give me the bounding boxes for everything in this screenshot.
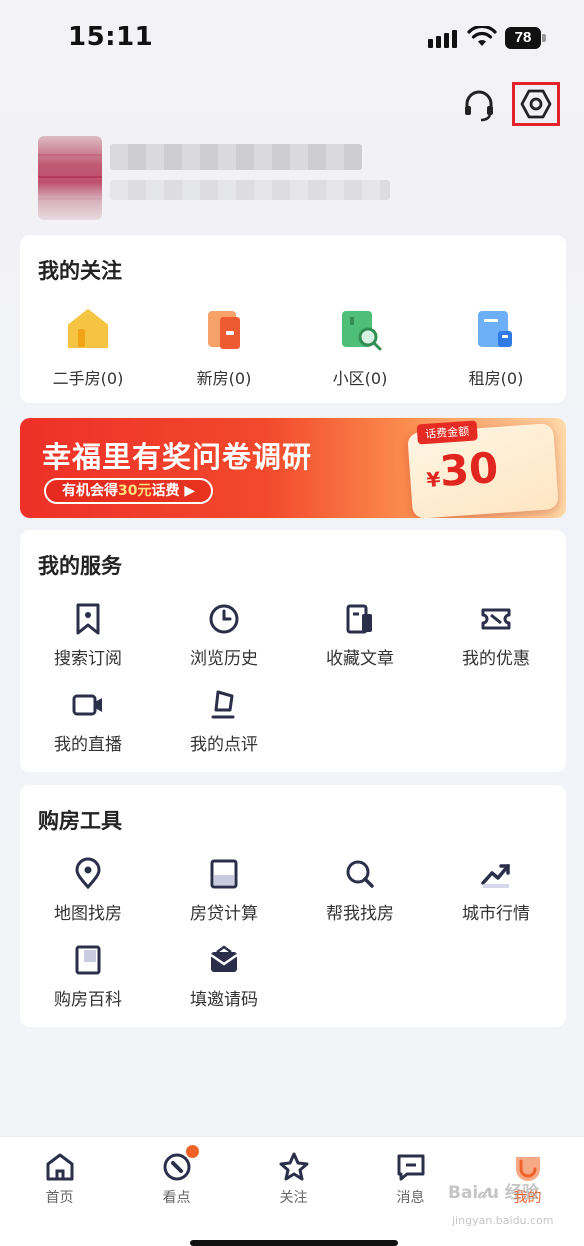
video-icon bbox=[71, 688, 105, 722]
tab-home[interactable]: 首页 bbox=[1, 1151, 118, 1207]
tab-home-label: 首页 bbox=[45, 1190, 74, 1206]
status-time: 15:11 bbox=[68, 22, 154, 52]
service-history-label: 浏览历史 bbox=[190, 649, 258, 669]
banner-cta-prefix: 有机会得 bbox=[62, 483, 118, 499]
battery-level: 78 bbox=[505, 27, 541, 49]
service-reviews-label: 我的点评 bbox=[190, 735, 258, 755]
battery-icon: 78 bbox=[505, 27, 547, 49]
tool-help-find-label: 帮我找房 bbox=[326, 904, 394, 924]
service-live-label: 我的直播 bbox=[54, 735, 122, 755]
bookmark-icon bbox=[71, 602, 105, 636]
username-blurred bbox=[110, 144, 362, 170]
book-icon bbox=[71, 943, 105, 977]
follow-second-hand[interactable]: 二手房(0) bbox=[20, 305, 156, 389]
banner-cta[interactable]: 有机会得30元话费 ▶ bbox=[44, 478, 214, 504]
notification-dot bbox=[185, 1145, 199, 1158]
wifi-icon bbox=[467, 26, 497, 46]
clock-icon bbox=[207, 602, 241, 636]
user-info-blurred bbox=[110, 180, 390, 200]
tool-city-market-label: 城市行情 bbox=[462, 904, 530, 924]
follow-title: 我的关注 bbox=[38, 259, 122, 283]
service-coupons-label: 我的优惠 bbox=[462, 649, 530, 669]
tool-invite-code[interactable]: 填邀请码 bbox=[156, 943, 292, 1010]
ticket-tag: 话费金额 bbox=[416, 420, 478, 445]
service-search-subscription-label: 搜索订阅 bbox=[54, 649, 122, 669]
service-search-subscription[interactable]: 搜索订阅 bbox=[20, 602, 156, 669]
service-history[interactable]: 浏览历史 bbox=[156, 602, 292, 669]
tab-highlights-label: 看点 bbox=[162, 1190, 191, 1206]
header-actions bbox=[460, 82, 570, 126]
follow-community[interactable]: 小区(0) bbox=[292, 305, 428, 389]
service-reviews[interactable]: 我的点评 bbox=[156, 688, 292, 755]
cellular-signal-icon bbox=[428, 30, 457, 48]
home-indicator bbox=[190, 1240, 398, 1246]
service-coupons[interactable]: 我的优惠 bbox=[428, 602, 564, 669]
service-saved-articles[interactable]: 收藏文章 bbox=[292, 602, 428, 669]
follow-rent[interactable]: 租房(0) bbox=[428, 305, 564, 389]
compass-icon bbox=[161, 1145, 199, 1183]
banner-cta-suffix: 话费 ▶ bbox=[151, 483, 196, 499]
tool-invite-code-label: 填邀请码 bbox=[190, 990, 258, 1010]
follow-card: 我的关注 二手房(0) 新房(0) 小区(0) 租房(0) bbox=[20, 235, 566, 403]
map-pin-icon bbox=[71, 857, 105, 891]
follow-new-house-label: 新房(0) bbox=[196, 369, 252, 388]
services-card: 我的服务 搜索订阅 浏览历史 收藏文章 我的优惠 我的直播 我的点评 bbox=[20, 530, 566, 772]
comment-icon bbox=[207, 688, 241, 722]
tab-highlights[interactable]: 看点 bbox=[118, 1145, 235, 1207]
follow-rent-label: 租房(0) bbox=[468, 369, 524, 388]
avatar[interactable] bbox=[38, 136, 102, 220]
tool-help-find[interactable]: 帮我找房 bbox=[292, 857, 428, 924]
star-icon bbox=[278, 1151, 310, 1183]
rent-house-icon bbox=[472, 305, 520, 353]
tab-follow[interactable]: 关注 bbox=[235, 1151, 352, 1207]
banner-ticket: 话费金额 ¥30 bbox=[407, 420, 559, 518]
survey-banner[interactable]: 幸福里有奖问卷调研 有机会得30元话费 ▶ 话费金额 ¥30 bbox=[20, 418, 566, 518]
tool-map-search-label: 地图找房 bbox=[54, 904, 122, 924]
tool-mortgage-calc[interactable]: 房贷计算 bbox=[156, 857, 292, 924]
ticket-icon bbox=[479, 602, 513, 636]
calculator-icon bbox=[207, 857, 241, 891]
tool-buying-wiki-label: 购房百科 bbox=[54, 990, 122, 1010]
services-title: 我的服务 bbox=[38, 554, 122, 578]
article-icon bbox=[343, 602, 377, 636]
status-bar: 15:11 78 bbox=[0, 0, 584, 80]
service-live[interactable]: 我的直播 bbox=[20, 688, 156, 755]
follow-new-house[interactable]: 新房(0) bbox=[156, 305, 292, 389]
service-saved-articles-label: 收藏文章 bbox=[326, 649, 394, 669]
tools-card: 购房工具 地图找房 房贷计算 帮我找房 城市行情 购房百科 填邀请码 bbox=[20, 785, 566, 1027]
tools-title: 购房工具 bbox=[38, 809, 122, 833]
trend-icon bbox=[479, 857, 513, 891]
search-icon bbox=[343, 857, 377, 891]
home-icon bbox=[44, 1151, 76, 1183]
tool-map-search[interactable]: 地图找房 bbox=[20, 857, 156, 924]
ticket-price: ¥30 bbox=[424, 443, 500, 497]
follow-community-label: 小区(0) bbox=[332, 369, 388, 388]
tool-city-market[interactable]: 城市行情 bbox=[428, 857, 564, 924]
banner-cta-highlight: 30元 bbox=[118, 483, 152, 499]
ticket-amount: 30 bbox=[438, 442, 500, 496]
tab-follow-label: 关注 bbox=[279, 1190, 308, 1206]
second-hand-house-icon bbox=[64, 305, 112, 353]
tool-buying-wiki[interactable]: 购房百科 bbox=[20, 943, 156, 1010]
new-house-icon bbox=[200, 305, 248, 353]
mail-icon bbox=[207, 943, 241, 977]
watermark: Bai𝒹u 经验 bbox=[448, 1183, 539, 1203]
user-profile[interactable] bbox=[38, 136, 398, 222]
community-search-icon bbox=[336, 305, 384, 353]
follow-second-hand-label: 二手房(0) bbox=[52, 369, 124, 388]
message-icon bbox=[395, 1151, 427, 1183]
tool-mortgage-calc-label: 房贷计算 bbox=[190, 904, 258, 924]
headset-icon[interactable] bbox=[460, 86, 498, 124]
banner-title: 幸福里有奖问卷调研 bbox=[42, 440, 313, 474]
settings-hex-icon bbox=[520, 89, 552, 119]
settings-button[interactable] bbox=[512, 82, 560, 126]
watermark-url: jingyan.baidu.com bbox=[452, 1214, 554, 1227]
